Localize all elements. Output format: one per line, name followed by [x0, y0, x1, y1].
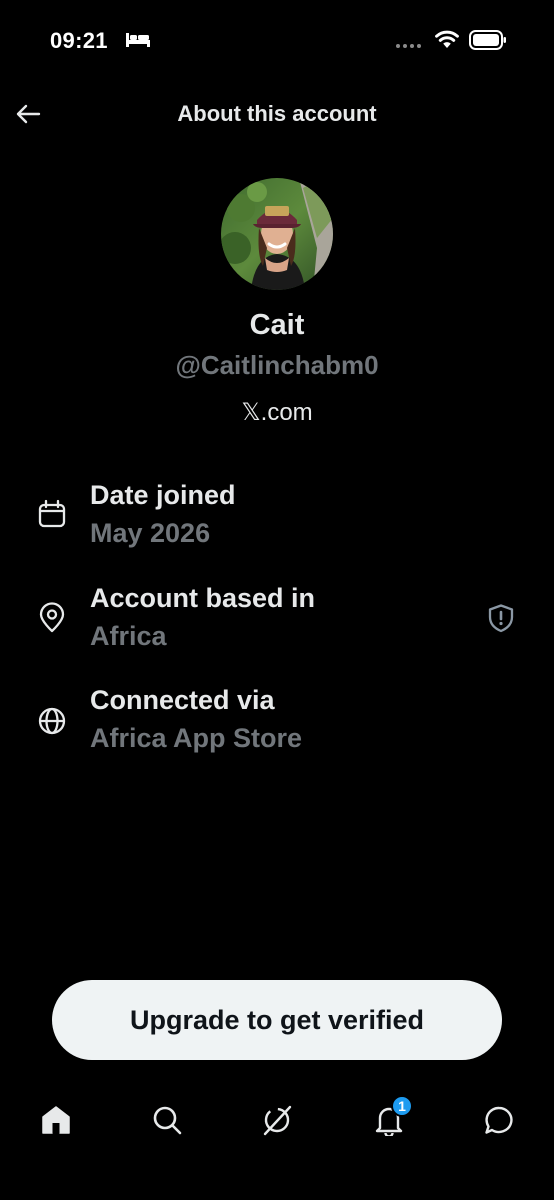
wifi-icon — [435, 30, 459, 48]
account-based-in-label: Account based in — [90, 583, 316, 613]
location-pin-icon — [39, 602, 65, 633]
avatar — [221, 178, 333, 290]
upgrade-verified-button[interactable]: Upgrade to get verified — [52, 980, 502, 1060]
globe-icon — [38, 707, 66, 735]
bottom-tab-bar: 1 — [0, 1080, 554, 1160]
connected-via-row: Connected via Africa App Store — [0, 685, 554, 765]
tab-messages[interactable] — [477, 1098, 521, 1142]
bed-icon — [126, 33, 150, 47]
home-indicator — [204, 1186, 350, 1191]
account-based-in-row: Account based in Africa — [0, 583, 554, 663]
date-joined-value: May 2026 — [90, 518, 211, 548]
signal-dots-icon — [396, 44, 421, 48]
notification-badge: 1 — [391, 1095, 413, 1117]
upgrade-verified-label: Upgrade to get verified — [129, 1004, 425, 1035]
calendar-icon — [38, 499, 66, 528]
page-title: About this account — [177, 101, 377, 126]
tab-home[interactable] — [34, 1098, 78, 1142]
date-joined-row: Date joined May 2026 — [0, 480, 554, 560]
status-time: 09:21 — [50, 28, 108, 53]
connected-via-label: Connected via — [90, 685, 275, 715]
date-joined-label: Date joined — [90, 480, 236, 510]
grok-icon — [263, 1105, 292, 1136]
search-icon — [153, 1106, 182, 1135]
profile-handle: @Caitlinchabm0 — [175, 350, 379, 380]
tab-grok[interactable] — [255, 1098, 299, 1142]
home-icon — [42, 1106, 70, 1134]
connected-via-value: Africa App Store — [90, 723, 303, 753]
tab-notifications[interactable]: 1 — [367, 1095, 413, 1142]
profile-website[interactable]: 𝕏.com — [0, 398, 554, 427]
message-icon — [485, 1106, 513, 1134]
battery-icon — [469, 30, 506, 50]
shield-alert-icon[interactable] — [486, 603, 516, 633]
profile-name: Cait — [249, 309, 305, 341]
status-bar: 09:21 — [0, 0, 554, 80]
tab-search[interactable] — [145, 1098, 189, 1142]
account-based-in-value: Africa — [90, 621, 167, 651]
